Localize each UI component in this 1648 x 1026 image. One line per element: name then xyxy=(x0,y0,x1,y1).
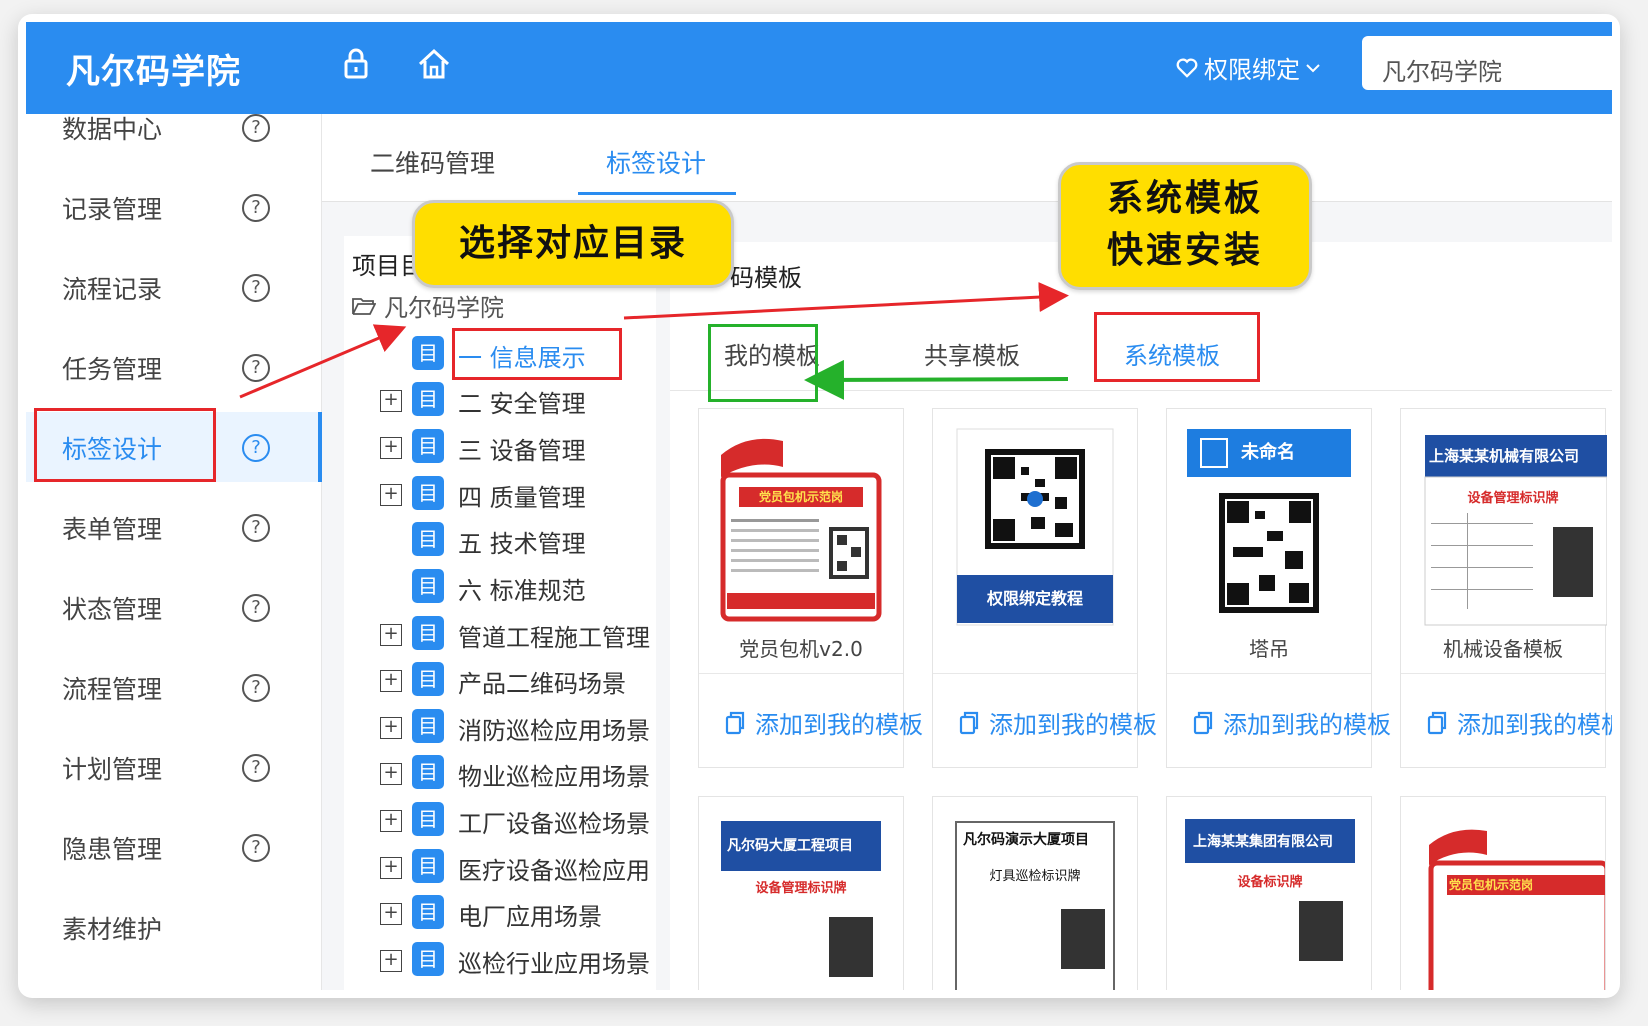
annotation-arrows xyxy=(239,282,1069,400)
arrow-to-tree-item xyxy=(239,324,407,399)
arrow-to-my-templates xyxy=(804,359,1069,400)
callout-line: 系统模板 xyxy=(1106,178,1263,219)
callout-system-template: 系统模板 快速安装 xyxy=(1058,162,1312,290)
screenshot-frame: 凡尔码学院 权限绑定 凡尔码学院 数据中心? 记录管理? 流程记录? 任务管理?… xyxy=(18,14,1620,998)
app-window: 凡尔码学院 权限绑定 凡尔码学院 数据中心? 记录管理? 流程记录? 任务管理?… xyxy=(26,22,1612,990)
arrow-to-system-callout xyxy=(623,282,1069,320)
callout-line: 快速安装 xyxy=(1106,230,1263,271)
callout-select-directory: 选择对应目录 xyxy=(412,200,734,288)
